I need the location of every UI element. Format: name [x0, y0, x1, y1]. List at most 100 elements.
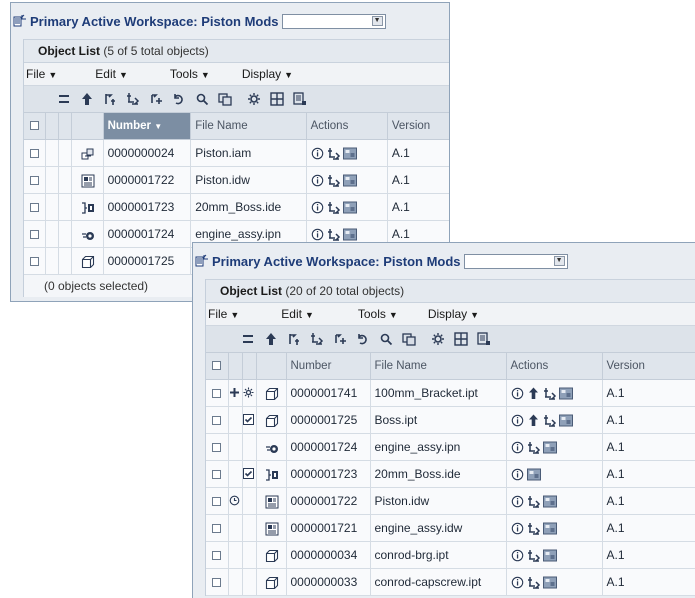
undo-icon[interactable] — [355, 332, 370, 347]
checkin-icon[interactable] — [327, 201, 340, 214]
row-select-cell[interactable] — [24, 247, 46, 275]
row-checkbox[interactable] — [212, 551, 222, 561]
table-row[interactable]: 0000001722 Piston.idw A.1 — [24, 166, 449, 194]
row-checkbox[interactable] — [29, 149, 39, 159]
file-name-cell[interactable]: engine_assy.idw — [370, 514, 507, 542]
export-icon[interactable] — [292, 92, 307, 107]
row-checkbox[interactable] — [29, 230, 39, 240]
menu-file[interactable]: File ▼ — [208, 307, 239, 321]
file-name-cell[interactable]: Piston.idw — [190, 166, 307, 194]
info-icon[interactable] — [511, 414, 524, 427]
checkin-icon[interactable] — [527, 522, 540, 535]
view-icon[interactable] — [542, 522, 557, 535]
menu-display[interactable]: Display ▼ — [428, 307, 479, 321]
file-name-cell[interactable]: conrod-brg.ipt — [370, 541, 507, 569]
workspace-select[interactable]: ▼ — [463, 253, 568, 269]
info-icon[interactable] — [511, 468, 524, 481]
file-name-cell[interactable]: Boss.ipt — [370, 406, 507, 434]
number-cell[interactable]: 0000000034 — [286, 541, 371, 569]
info-icon[interactable] — [511, 576, 524, 589]
search-icon[interactable] — [378, 332, 393, 347]
number-cell[interactable]: 0000001722 — [103, 166, 192, 194]
select-all-header[interactable] — [206, 353, 229, 380]
info-icon[interactable] — [511, 441, 524, 454]
menu-file[interactable]: File ▼ — [26, 67, 57, 81]
refresh-icon[interactable] — [332, 332, 347, 347]
row-select-cell[interactable] — [206, 541, 229, 569]
info-icon[interactable] — [511, 522, 524, 535]
column-number[interactable]: Number — [286, 353, 371, 380]
checkin-icon[interactable] — [527, 441, 540, 454]
file-name-cell[interactable]: conrod-capscrew.ipt — [370, 568, 507, 596]
row-select-cell[interactable] — [206, 460, 229, 488]
view-icon[interactable] — [558, 387, 573, 400]
search-icon[interactable] — [194, 92, 209, 107]
checkin-icon[interactable] — [527, 495, 540, 508]
number-cell[interactable]: 0000001721 — [286, 514, 371, 542]
row-checkbox[interactable] — [212, 470, 222, 480]
table-row[interactable]: 0000000033 conrod-capscrew.ipt A.1 — [206, 568, 695, 596]
row-select-cell[interactable] — [206, 433, 229, 461]
checkin-icon[interactable] — [527, 576, 540, 589]
view-icon[interactable] — [342, 228, 357, 241]
view-icon[interactable] — [342, 174, 357, 187]
checkin-icon[interactable] — [543, 387, 556, 400]
view-icon[interactable] — [542, 549, 557, 562]
number-cell[interactable]: 0000000033 — [286, 568, 371, 596]
select-all-header[interactable] — [24, 113, 46, 140]
table-row[interactable]: 0000001723 20mm_Boss.ide A.1 — [24, 193, 449, 221]
checkin-icon[interactable] — [125, 92, 140, 107]
file-name-cell[interactable]: 20mm_Boss.ide — [190, 193, 307, 221]
info-icon[interactable] — [511, 549, 524, 562]
chevron-down-icon[interactable]: ▼ — [553, 255, 565, 266]
column-file-name[interactable]: File Name — [190, 113, 307, 140]
number-cell[interactable]: 0000001722 — [286, 487, 371, 515]
column-version[interactable]: Version — [387, 113, 449, 140]
file-name-cell[interactable]: Piston.iam — [190, 139, 307, 167]
info-icon[interactable] — [311, 228, 324, 241]
row-select-cell[interactable] — [24, 220, 46, 248]
view-icon[interactable] — [558, 414, 573, 427]
menu-edit[interactable]: Edit ▼ — [281, 307, 314, 321]
workspace-select[interactable]: ▼ — [281, 13, 386, 29]
number-cell[interactable]: 0000001725 — [286, 406, 371, 434]
grid-icon[interactable] — [269, 92, 284, 107]
number-cell[interactable]: 0000001723 — [103, 193, 192, 221]
table-row[interactable]: 0000001722 Piston.idw A.1 — [206, 487, 695, 515]
file-name-cell[interactable]: 100mm_Bracket.ipt — [370, 379, 507, 407]
view-icon[interactable] — [542, 576, 557, 589]
row-checkbox[interactable] — [29, 257, 39, 267]
row-select-cell[interactable] — [206, 379, 229, 407]
checkin-icon[interactable] — [327, 147, 340, 160]
table-row[interactable]: 0000000034 conrod-brg.ipt A.1 — [206, 541, 695, 569]
menu-tools[interactable]: Tools ▼ — [170, 67, 210, 81]
chevron-down-icon[interactable]: ▼ — [371, 15, 383, 26]
checkout-icon[interactable] — [102, 92, 117, 107]
view-icon[interactable] — [542, 441, 557, 454]
table-row[interactable]: 0000000024 Piston.iam A.1 — [24, 139, 449, 167]
update-icon[interactable] — [527, 387, 540, 400]
view-icon[interactable] — [542, 495, 557, 508]
view-icon[interactable] — [342, 201, 357, 214]
row-checkbox[interactable] — [212, 578, 222, 588]
info-icon[interactable] — [311, 174, 324, 187]
grid-icon[interactable] — [453, 332, 468, 347]
row-select-cell[interactable] — [206, 514, 229, 542]
copy-icon[interactable] — [401, 332, 416, 347]
update-icon[interactable] — [527, 414, 540, 427]
row-checkbox[interactable] — [212, 389, 222, 399]
menu-tools[interactable]: Tools ▼ — [358, 307, 398, 321]
info-icon[interactable] — [511, 387, 524, 400]
checkin-icon[interactable] — [309, 332, 324, 347]
checkin-icon[interactable] — [327, 174, 340, 187]
table-row[interactable]: 0000001723 20mm_Boss.ide A.1 — [206, 460, 695, 488]
file-name-cell[interactable]: 20mm_Boss.ide — [370, 460, 507, 488]
select-all-checkbox[interactable] — [212, 361, 222, 371]
info-icon[interactable] — [311, 201, 324, 214]
file-name-cell[interactable]: engine_assy.ipn — [370, 433, 507, 461]
row-select-cell[interactable] — [24, 139, 46, 167]
number-cell[interactable]: 0000001724 — [103, 220, 192, 248]
refresh-icon[interactable] — [148, 92, 163, 107]
up-icon[interactable] — [79, 92, 94, 107]
collapse-icon[interactable] — [240, 332, 255, 347]
